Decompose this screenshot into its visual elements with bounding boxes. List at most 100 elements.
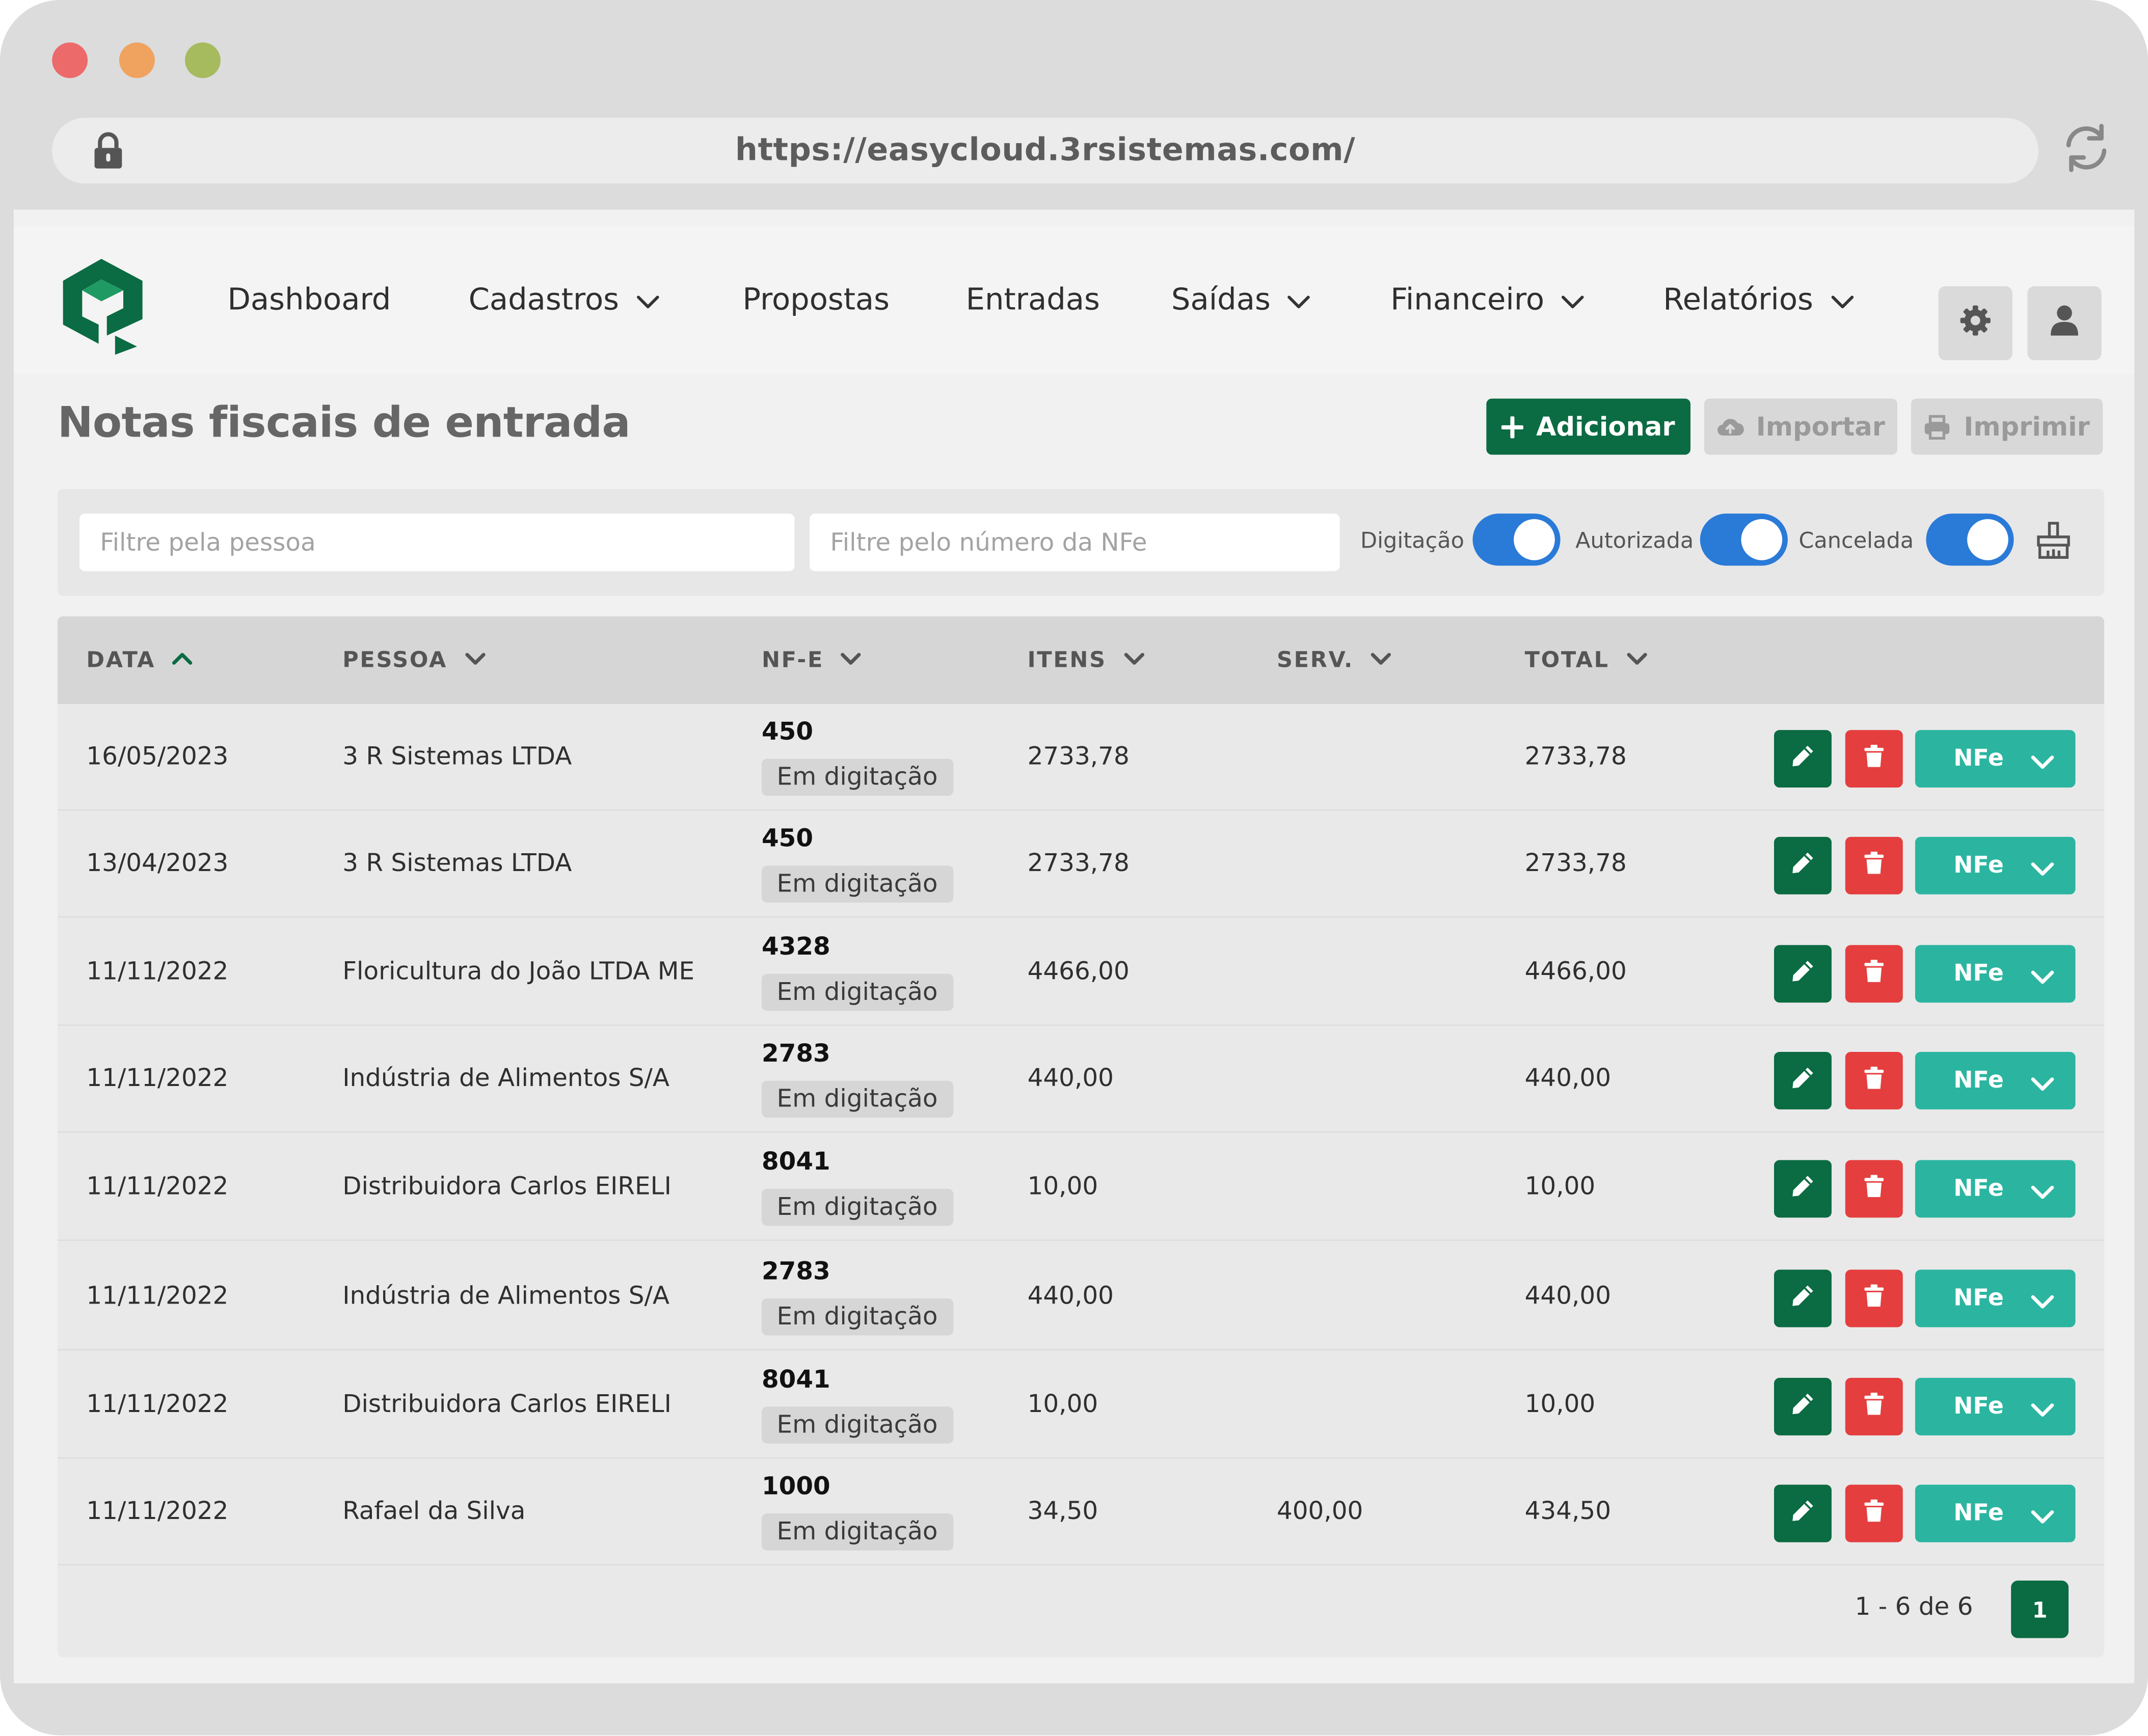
nav-dashboard-label: Dashboard: [227, 283, 391, 318]
delete-button[interactable]: [1845, 1269, 1903, 1327]
edit-button[interactable]: [1774, 1377, 1832, 1435]
toggle-label-cancelada: Cancelada: [1798, 527, 1914, 554]
logo-icon[interactable]: [60, 256, 148, 360]
pagination-summary: 1 - 6 de 6: [1855, 1593, 1973, 1622]
nfe-action-button[interactable]: NFe: [1915, 730, 2076, 788]
nav-propostas[interactable]: Propostas: [742, 281, 890, 322]
nfe-filter-input[interactable]: [810, 513, 1340, 572]
delete-button[interactable]: [1845, 1484, 1903, 1542]
delete-button[interactable]: [1845, 1377, 1903, 1435]
nav-cadastros[interactable]: Cadastros: [469, 281, 660, 322]
nfe-action-button[interactable]: NFe: [1915, 836, 2076, 894]
chevron-down-icon: [2030, 1181, 2055, 1208]
cell-items: 2733,78: [1027, 849, 1130, 878]
maximize-window-dot[interactable]: [184, 42, 221, 78]
nav-dashboard[interactable]: Dashboard: [227, 281, 391, 322]
import-button[interactable]: Importar: [1704, 398, 1897, 455]
column-header-items-label: ITENS: [1027, 646, 1107, 673]
table-row: 11/11/2022 Rafael da Silva 1000 Em digit…: [57, 1459, 2104, 1566]
chevron-down-icon: [1123, 616, 1145, 702]
nfe-action-label: NFe: [1953, 852, 2004, 880]
toggle-autorizada[interactable]: [1700, 513, 1788, 566]
nfe-action-button[interactable]: NFe: [1915, 1484, 2076, 1542]
cell-nfe-number[interactable]: 1000: [762, 1472, 830, 1502]
cell-items: 4466,00: [1027, 957, 1130, 986]
cell-person: Rafael da Silva: [342, 1497, 526, 1526]
column-header-date-label: DATA: [86, 646, 156, 673]
nav-relatorios[interactable]: Relatórios: [1663, 281, 1854, 322]
page-button-current[interactable]: 1: [2011, 1580, 2069, 1638]
cloud-upload-icon: [1716, 416, 1744, 438]
chevron-down-icon: [2030, 750, 2055, 778]
nfe-action-button[interactable]: NFe: [1915, 1377, 2076, 1435]
add-button[interactable]: Adicionar: [1486, 398, 1690, 455]
cell-date: 11/11/2022: [86, 1497, 229, 1526]
print-button-label: Imprimir: [1964, 411, 2090, 442]
cell-nfe-number[interactable]: 450: [762, 718, 813, 748]
toggle-digitacao[interactable]: [1472, 513, 1561, 566]
user-button[interactable]: [2027, 286, 2102, 361]
minimize-window-dot[interactable]: [119, 42, 155, 78]
edit-button[interactable]: [1774, 730, 1832, 788]
cell-person: Floricultura do João LTDA ME: [342, 957, 695, 986]
cell-items: 10,00: [1027, 1172, 1098, 1202]
cell-nfe-number[interactable]: 8041: [762, 1148, 830, 1178]
edit-button[interactable]: [1774, 1484, 1832, 1542]
pencil-icon: [1790, 1174, 1815, 1204]
address-bar[interactable]: https://easycloud.3rsistemas.com/: [52, 118, 2038, 184]
clear-filters-icon[interactable]: [2036, 522, 2072, 565]
column-header-serv[interactable]: SERV.: [1277, 616, 1392, 704]
close-window-dot[interactable]: [52, 42, 88, 78]
edit-button[interactable]: [1774, 1160, 1832, 1218]
chevron-up-icon: [172, 616, 194, 702]
cell-items: 10,00: [1027, 1390, 1098, 1419]
trash-icon: [1863, 1174, 1885, 1204]
column-header-total[interactable]: TOTAL: [1525, 616, 1648, 704]
status-badge: Em digitação: [761, 1406, 953, 1444]
cell-total: 440,00: [1524, 1064, 1611, 1093]
cell-date: 11/11/2022: [86, 1282, 229, 1311]
delete-button[interactable]: [1845, 1051, 1903, 1109]
delete-button[interactable]: [1845, 730, 1903, 788]
edit-button[interactable]: [1774, 1269, 1832, 1327]
nav-entradas[interactable]: Entradas: [966, 281, 1100, 322]
edit-button[interactable]: [1774, 1051, 1832, 1109]
delete-button[interactable]: [1845, 1160, 1903, 1218]
delete-button[interactable]: [1845, 836, 1903, 894]
settings-button[interactable]: [1938, 286, 2012, 361]
user-icon: [2049, 304, 2079, 342]
edit-button[interactable]: [1774, 945, 1832, 1003]
toggle-label-autorizada: Autorizada: [1575, 527, 1694, 554]
cell-nfe-number[interactable]: 2783: [762, 1040, 830, 1070]
printer-icon: [1924, 414, 1951, 439]
nav-saidas[interactable]: Saídas: [1171, 281, 1312, 322]
cell-date: 11/11/2022: [86, 1064, 229, 1093]
nfe-action-button[interactable]: NFe: [1915, 945, 2076, 1003]
reload-icon[interactable]: [2059, 121, 2114, 181]
cell-nfe-number[interactable]: 450: [762, 825, 813, 855]
cell-total: 10,00: [1524, 1390, 1596, 1419]
column-header-person[interactable]: PESSOA: [342, 616, 486, 704]
cell-nfe-number[interactable]: 8041: [762, 1366, 830, 1396]
nfe-action-label: NFe: [1953, 1500, 2004, 1528]
cell-person: 3 R Sistemas LTDA: [342, 849, 572, 878]
nfe-action-button[interactable]: NFe: [1915, 1160, 2076, 1218]
cell-date: 13/04/2023: [86, 849, 229, 878]
edit-button[interactable]: [1774, 836, 1832, 894]
nav-financeiro[interactable]: Financeiro: [1390, 281, 1586, 322]
chevron-down-icon: [1561, 281, 1585, 322]
top-navbar: Dashboard Cadastros Propostas Entradas S…: [13, 226, 2135, 374]
person-filter-input[interactable]: [79, 513, 795, 572]
column-header-nfe[interactable]: NF-E: [762, 616, 862, 704]
print-button[interactable]: Imprimir: [1911, 398, 2103, 455]
chevron-down-icon: [1830, 281, 1854, 322]
trash-icon: [1863, 744, 1885, 774]
column-header-date[interactable]: DATA: [86, 616, 194, 704]
delete-button[interactable]: [1845, 945, 1903, 1003]
nfe-action-button[interactable]: NFe: [1915, 1051, 2076, 1109]
nfe-action-button[interactable]: NFe: [1915, 1269, 2076, 1327]
toggle-cancelada[interactable]: [1926, 513, 2014, 566]
column-header-items[interactable]: ITENS: [1028, 616, 1145, 704]
cell-nfe-number[interactable]: 4328: [762, 933, 830, 963]
cell-nfe-number[interactable]: 2783: [762, 1257, 830, 1287]
